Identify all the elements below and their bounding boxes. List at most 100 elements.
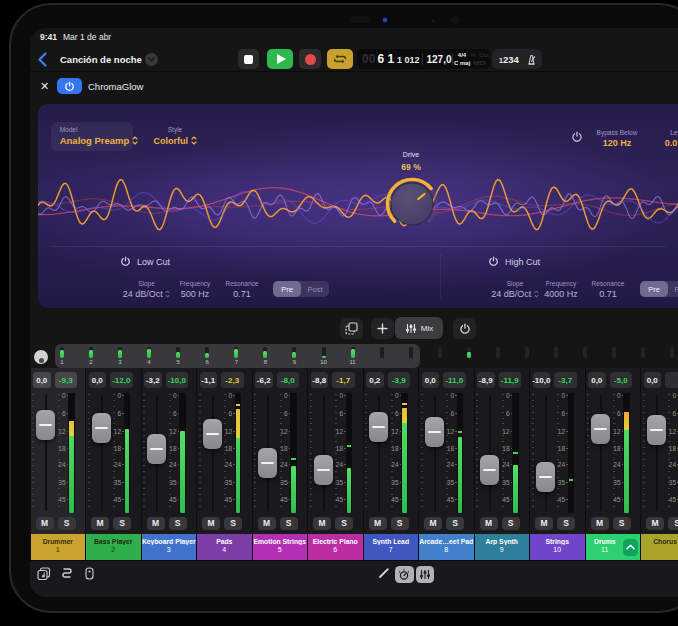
volume-value[interactable]: 0,0	[588, 372, 606, 388]
solo-button[interactable]: S	[335, 517, 353, 531]
volume-value[interactable]: -6,2	[255, 372, 273, 388]
volume-value[interactable]: 0,0	[33, 372, 51, 388]
bridge-meter[interactable]	[292, 347, 296, 358]
lcd-display[interactable]: 00 6 1 1 012 127,0 4/4 C maj In Out MIDI	[357, 49, 490, 69]
volume-value[interactable]: -10,0	[533, 372, 551, 388]
count-in-button[interactable]: 1234	[499, 54, 519, 65]
bridge-meter[interactable]	[409, 347, 413, 358]
mute-button[interactable]: M	[91, 517, 109, 531]
fader-pill-icon[interactable]	[85, 567, 94, 580]
metronome-icon[interactable]	[525, 53, 538, 66]
song-menu-button[interactable]	[145, 53, 158, 66]
fader-handle[interactable]	[147, 434, 166, 464]
smart-controls-button[interactable]	[395, 566, 414, 583]
volume-value[interactable]: 0,2	[366, 372, 384, 388]
peak-level-value[interactable]: -12,0	[110, 372, 133, 388]
peak-level-value[interactable]: -11,0	[443, 372, 466, 388]
style-selector[interactable]: Colorful	[145, 136, 205, 146]
solo-button[interactable]: S	[58, 517, 76, 531]
solo-button[interactable]: S	[224, 517, 242, 531]
bridge-meter[interactable]	[322, 347, 326, 358]
bridge-meter[interactable]	[176, 347, 180, 358]
fader-handle[interactable]	[480, 455, 499, 485]
solo-button[interactable]: S	[169, 517, 187, 531]
bridge-meter[interactable]	[641, 347, 645, 358]
track-label[interactable]: Synth Lead7	[364, 534, 419, 560]
fader-handle[interactable]	[203, 419, 222, 449]
high-cut-power-icon[interactable]	[488, 256, 499, 267]
plugin-power-button[interactable]	[57, 78, 82, 94]
volume-value[interactable]: 0,0	[422, 372, 440, 388]
solo-button[interactable]: S	[113, 517, 131, 531]
low-cut-power-icon[interactable]	[120, 256, 131, 267]
bridge-meter[interactable]	[351, 347, 355, 358]
fader-handle[interactable]	[647, 415, 666, 445]
bridge-meter[interactable]	[263, 347, 267, 358]
track-label[interactable]: Electric Piano6	[308, 534, 363, 560]
paste-settings-button[interactable]	[340, 318, 363, 339]
bridge-meter[interactable]	[205, 347, 209, 358]
song-title[interactable]: Canción de noche	[60, 54, 142, 65]
mute-button[interactable]: M	[147, 517, 165, 531]
mute-button[interactable]: M	[646, 517, 664, 531]
bridge-meter[interactable]	[147, 347, 151, 358]
bridge-meter[interactable]	[438, 347, 442, 358]
peak-level-value[interactable]: -5,0	[610, 372, 633, 388]
fader-handle[interactable]	[36, 410, 55, 440]
bridge-meter[interactable]	[89, 347, 93, 358]
solo-button[interactable]: S	[668, 517, 678, 531]
bridge-meter[interactable]	[670, 347, 674, 358]
bridge-meter[interactable]	[234, 347, 238, 358]
fader-handle[interactable]	[258, 448, 277, 478]
solo-button[interactable]: S	[280, 517, 298, 531]
bridge-meter[interactable]	[467, 347, 471, 358]
track-label[interactable]: Drums11	[586, 534, 641, 560]
fader-handle[interactable]	[425, 417, 444, 447]
low-cut-post-button[interactable]: Post	[301, 281, 329, 297]
collapse-stack-button[interactable]	[623, 539, 638, 557]
fader-handle[interactable]	[591, 414, 610, 444]
track-label[interactable]: Chorus V	[641, 534, 678, 560]
level-value[interactable]: 0.0	[651, 138, 678, 148]
mute-button[interactable]: M	[369, 517, 387, 531]
solo-button[interactable]: S	[613, 517, 631, 531]
fader-handle[interactable]	[369, 412, 388, 442]
patch-cable-icon[interactable]	[61, 567, 73, 580]
fader-handle[interactable]	[314, 455, 333, 485]
mix-button[interactable]: Mix	[395, 317, 443, 339]
bridge-meter[interactable]	[496, 347, 500, 358]
bridge-meter[interactable]	[583, 347, 587, 358]
volume-value[interactable]: -1,1	[200, 372, 218, 388]
mute-button[interactable]: M	[480, 517, 498, 531]
bridge-meter[interactable]	[554, 347, 558, 358]
mute-button[interactable]: M	[591, 517, 609, 531]
track-label[interactable]: Drummer1	[31, 534, 86, 560]
pencil-icon[interactable]	[378, 567, 390, 579]
peak-level-value[interactable]: -3,9	[388, 372, 411, 388]
low-cut-pre-button[interactable]: Pre	[273, 281, 301, 297]
solo-button[interactable]: S	[391, 517, 409, 531]
track-label[interactable]: Pads4	[197, 534, 252, 560]
loop-browser-icon[interactable]	[37, 567, 51, 580]
high-cut-pre-button[interactable]: Pre	[640, 281, 668, 297]
model-selector[interactable]: Model Analog Preamp	[51, 122, 133, 151]
solo-button[interactable]: S	[502, 517, 520, 531]
mute-button[interactable]: M	[424, 517, 442, 531]
bridge-meter[interactable]	[118, 347, 122, 358]
drive-knob[interactable]	[384, 176, 440, 232]
track-label[interactable]: Arcade…eet Pad8	[419, 534, 474, 560]
high-cut-resonance-value[interactable]: 0.71	[578, 289, 638, 299]
track-label[interactable]: Keyboard Player3	[142, 534, 197, 560]
mixer-view-button[interactable]	[416, 566, 435, 583]
track-label[interactable]: Bass Player2	[86, 534, 141, 560]
peak-level-value[interactable]: -8,0	[277, 372, 300, 388]
volume-value[interactable]: -3,2	[144, 372, 162, 388]
fader-handle[interactable]	[92, 413, 111, 443]
track-label[interactable]: Emotion Strings5	[253, 534, 308, 560]
mute-button[interactable]: M	[258, 517, 276, 531]
low-cut-resonance-value[interactable]: 0.71	[212, 289, 272, 299]
volume-value[interactable]: -8,9	[477, 372, 495, 388]
mute-button[interactable]: M	[202, 517, 220, 531]
back-button[interactable]	[36, 51, 50, 68]
peak-level-value[interactable]: -2,3	[221, 372, 244, 388]
